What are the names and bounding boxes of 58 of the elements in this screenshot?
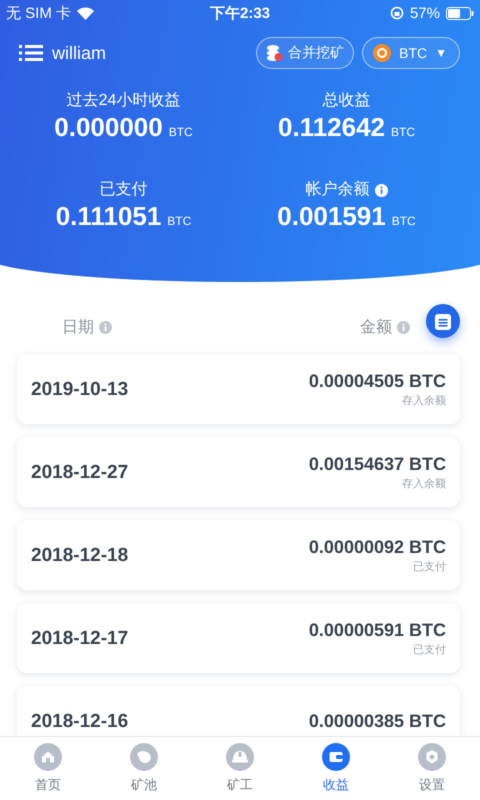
status-text: 存入余额 [402, 476, 446, 490]
unit-label: BTC [168, 125, 193, 139]
coin-selector[interactable]: BTC ▼ [362, 37, 460, 69]
stat-label: 已支付 [100, 180, 148, 200]
stat-value: 0.112642 [278, 112, 385, 143]
tab[interactable]: 矿工 [205, 743, 275, 794]
stat-label: 总收益 [322, 91, 370, 111]
date-text: 2018-12-27 [31, 462, 128, 484]
tab[interactable]: 首页 [13, 743, 83, 794]
battery-text: 57% [410, 4, 440, 22]
tab[interactable]: 设置 [397, 743, 467, 794]
coin-icon [373, 44, 392, 62]
tab[interactable]: 收益 [301, 743, 371, 794]
tab[interactable]: 矿池 [109, 743, 179, 794]
info-icon[interactable] [374, 184, 388, 196]
unit-label: BTC [167, 214, 192, 228]
wifi-icon [77, 6, 94, 20]
rotation-lock-icon [390, 6, 404, 20]
house-icon [34, 743, 62, 771]
status-text: 已支付 [413, 560, 446, 574]
column-header: 金额 [360, 318, 392, 338]
date-text: 2018-12-17 [31, 628, 128, 650]
earning-card[interactable]: 2018-12-27 0.00154637 BTC 存入余额 [17, 437, 460, 507]
notepad-button[interactable] [426, 304, 460, 338]
gear-icon [418, 743, 446, 771]
earning-card[interactable]: 2018-12-18 0.00000092 BTC 已支付 [17, 520, 460, 590]
battery-icon [446, 6, 474, 20]
menu-icon[interactable] [19, 44, 43, 62]
date-text: 2018-12-18 [31, 545, 128, 567]
earning-card[interactable]: 2019-10-13 0.00004505 BTC 存入余额 [17, 354, 460, 424]
fish-icon [130, 743, 158, 771]
helmet-icon [226, 743, 254, 771]
amount-text: 0.00000385 BTC [308, 710, 446, 732]
earning-card[interactable]: 2018-12-16 0.00000385 BTC [17, 686, 460, 736]
carrier-text: 无 SIM 卡 [6, 4, 72, 22]
clock-text: 下午2:33 [210, 4, 270, 22]
wallet-icon [322, 743, 350, 771]
amount-text: 0.00000591 BTC [308, 620, 446, 640]
unit-label: BTC [392, 214, 416, 228]
stat-value: 0.001591 [277, 201, 386, 232]
username-text: william [52, 42, 106, 64]
coin-stack-icon [266, 44, 284, 62]
amount-text: 0.00154637 BTC [308, 454, 446, 474]
stat-value: 0.111051 [56, 201, 162, 232]
amount-text: 0.00000092 BTC [308, 536, 446, 558]
earning-card[interactable]: 2018-12-17 0.00000591 BTC 已支付 [17, 603, 460, 673]
date-text: 2019-10-13 [31, 379, 128, 401]
merge-mining-button[interactable]: 合并挖矿 [256, 37, 354, 69]
column-header: 日期 [62, 318, 94, 338]
notepad-icon [435, 312, 451, 330]
unit-label: BTC [391, 125, 415, 139]
status-text: 已支付 [413, 642, 446, 656]
amount-text: 0.00004505 BTC [308, 370, 446, 392]
stat-label: 过去24小时收益 [66, 90, 180, 111]
status-text: 存入余额 [402, 394, 446, 408]
stat-label: 帐户余额 [306, 180, 370, 200]
stat-value: 0.000000 [54, 112, 163, 143]
date-text: 2018-12-16 [31, 711, 128, 733]
